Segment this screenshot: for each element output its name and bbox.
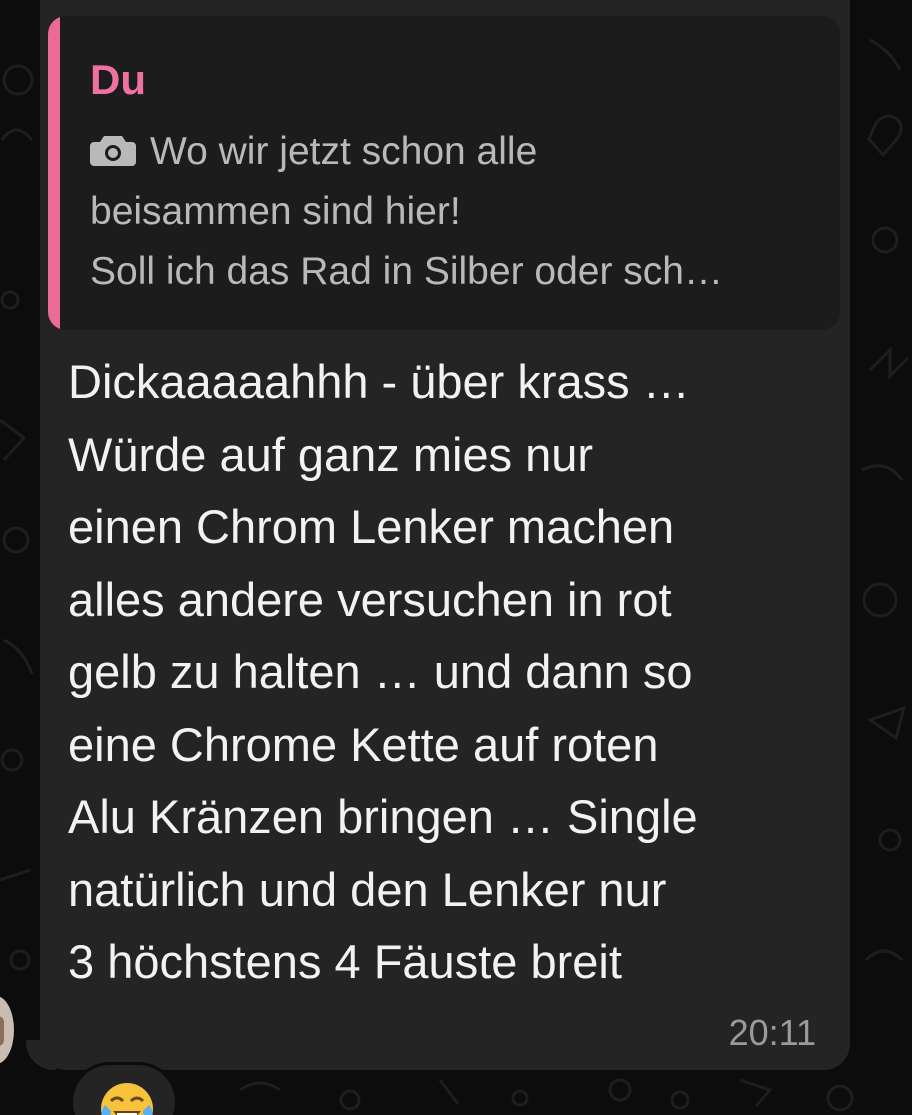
- quoted-reply[interactable]: Du Wo wir jetzt schon alle beisammen sin…: [48, 16, 840, 330]
- quote-line-1: Wo wir jetzt schon alle: [150, 130, 538, 173]
- camera-icon: [90, 136, 136, 166]
- quote-text: Wo wir jetzt schon alle beisammen sind h…: [90, 122, 830, 302]
- message-timestamp: 20:11: [728, 1012, 816, 1053]
- message-text: Dickaaaaahhh - über krass … Würde auf ga…: [68, 355, 698, 988]
- reaction-badge[interactable]: [70, 1062, 178, 1115]
- tears-of-joy-emoji-icon: [101, 1083, 153, 1115]
- message-bubble[interactable]: Du Wo wir jetzt schon alle beisammen sin…: [40, 0, 850, 1070]
- quote-line-2: beisammen sind hier!: [90, 190, 461, 233]
- quote-line: Wo wir jetzt schon alle: [90, 122, 830, 182]
- quote-author: Du: [90, 56, 146, 103]
- quote-accent-bar: [48, 16, 60, 330]
- quote-line-3: Soll ich das Rad in Silber oder sch…: [90, 250, 723, 293]
- chat-background: Du Wo wir jetzt schon alle beisammen sin…: [0, 0, 912, 1115]
